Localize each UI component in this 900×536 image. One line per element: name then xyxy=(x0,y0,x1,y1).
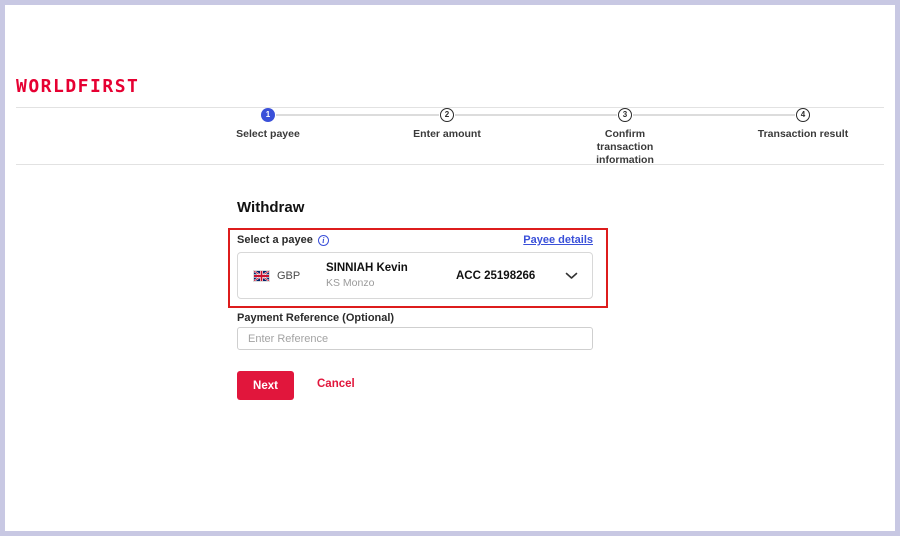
withdraw-page: { "brand": { "name": "WORLDFIRST" }, "co… xyxy=(0,0,900,536)
info-icon[interactable]: i xyxy=(318,235,329,246)
step-transaction-result: 4 Transaction result xyxy=(748,108,858,141)
payee-details-link[interactable]: Payee details xyxy=(523,234,593,246)
payment-reference-label: Payment Reference (Optional) xyxy=(237,312,394,324)
select-payee-label-text: Select a payee xyxy=(237,234,313,246)
select-payee-label: Select a payee i xyxy=(237,234,329,246)
uk-flag-icon xyxy=(253,270,270,282)
payee-currency: GBP xyxy=(277,270,300,282)
step-4-label: Transaction result xyxy=(748,128,858,141)
payee-name-group: SINNIAH Kevin KS Monzo xyxy=(326,262,456,289)
page-title: Withdraw xyxy=(237,199,304,216)
step-2-label: Enter amount xyxy=(392,128,502,141)
step-3-label: Confirm transaction information xyxy=(589,128,661,167)
step-enter-amount: 2 Enter amount xyxy=(392,108,502,141)
step-1-label: Select payee xyxy=(213,128,323,141)
step-4-circle: 4 xyxy=(796,108,810,122)
chevron-down-icon[interactable] xyxy=(565,272,592,280)
payee-label-row: Select a payee i Payee details xyxy=(237,234,593,246)
step-3-circle: 3 xyxy=(618,108,632,122)
payee-account: ACC 25198266 xyxy=(456,270,565,282)
payee-name: SINNIAH Kevin xyxy=(326,262,456,274)
cancel-button[interactable]: Cancel xyxy=(317,378,355,390)
payee-bank: KS Monzo xyxy=(326,277,456,289)
step-select-payee: 1 Select payee xyxy=(213,108,323,141)
step-confirm-transaction: 3 Confirm transaction information xyxy=(570,108,680,167)
next-button[interactable]: Next xyxy=(237,371,294,400)
step-1-circle: 1 xyxy=(261,108,275,122)
worldfirst-logo: WORLDFIRST xyxy=(16,76,139,97)
step-2-circle: 2 xyxy=(440,108,454,122)
stepper-divider xyxy=(16,164,884,165)
payee-currency-group: GBP xyxy=(238,270,326,282)
payee-select-dropdown[interactable]: GBP SINNIAH Kevin KS Monzo ACC 25198266 xyxy=(237,252,593,299)
payment-reference-input[interactable] xyxy=(237,327,593,350)
